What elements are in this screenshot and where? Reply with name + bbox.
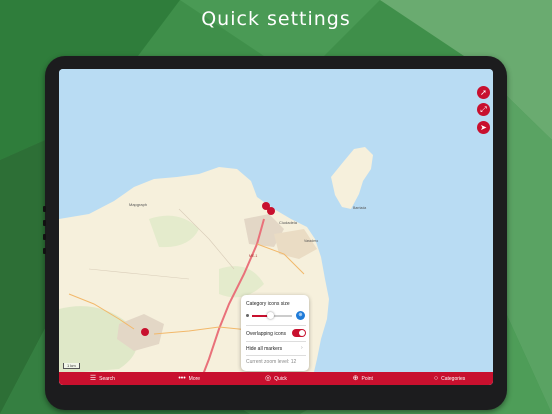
tab-label: More xyxy=(188,375,201,382)
tab-label: Search xyxy=(99,375,115,382)
tab-label: Categories xyxy=(441,375,466,382)
headline-title: Quick settings xyxy=(201,8,351,30)
map-label-island: Barriada xyxy=(353,206,366,210)
map-scale: 1 km xyxy=(63,363,80,369)
more-dots-icon: ••• xyxy=(178,375,186,382)
bottom-tab-bar: ☰ Search ••• More ◎ Quick ⊕ Point ○ Cate… xyxy=(59,372,493,385)
map-label-harbor: Varadero xyxy=(304,239,318,243)
quick-settings-panel: Category icons size ⊕ Overlapping icons … xyxy=(241,295,309,371)
slider-track[interactable] xyxy=(252,312,292,319)
tab-quick[interactable]: ◎ Quick xyxy=(233,372,320,385)
map-label-town: Ciudadela xyxy=(279,220,298,225)
compass-icon[interactable]: ➚ xyxy=(477,86,490,99)
map-label-town: Mapgraph xyxy=(129,202,147,207)
app-screen: Mapgraph Ciudadela Varadero Barriada ME-… xyxy=(59,69,493,385)
list-icon: ☰ xyxy=(89,375,97,382)
side-button xyxy=(43,220,46,226)
map-label-road: ME-1 xyxy=(249,254,257,258)
divider xyxy=(246,355,306,356)
expand-icon[interactable]: ⤢ xyxy=(477,103,490,116)
overlapping-icons-label: Overlapping icons xyxy=(246,331,287,337)
side-button xyxy=(43,206,46,212)
icon-size-slider[interactable]: ⊕ xyxy=(246,311,306,321)
tab-categories[interactable]: ○ Categories xyxy=(406,372,493,385)
tab-label: Point xyxy=(361,375,373,382)
divider xyxy=(246,325,306,326)
zoom-level-text: Current zoom level: 12 xyxy=(246,359,297,365)
categories-icon: ○ xyxy=(433,375,439,382)
tab-label: Quick xyxy=(274,375,287,382)
side-button xyxy=(43,234,46,240)
divider xyxy=(246,341,306,342)
slider-max-icon: ⊕ xyxy=(296,311,305,320)
eye-icon: ◎ xyxy=(265,375,272,382)
overlapping-icons-toggle[interactable] xyxy=(292,329,306,337)
slider-knob[interactable] xyxy=(266,312,274,319)
tab-point[interactable]: ⊕ Point xyxy=(319,372,406,385)
panel-title: Category icons size xyxy=(246,301,290,307)
slider-min-icon xyxy=(246,314,249,317)
tab-search[interactable]: ☰ Search xyxy=(59,372,146,385)
add-point-icon: ⊕ xyxy=(352,375,359,382)
tab-more[interactable]: ••• More xyxy=(146,372,233,385)
toggle-knob xyxy=(299,330,305,336)
chevron-right-icon: › xyxy=(301,345,303,351)
tablet-frame: Mapgraph Ciudadela Varadero Barriada ME-… xyxy=(43,56,507,410)
side-button xyxy=(43,248,46,254)
locate-icon[interactable]: ➤ xyxy=(477,121,490,134)
hide-markers-item[interactable]: Hide all markers xyxy=(246,346,282,352)
